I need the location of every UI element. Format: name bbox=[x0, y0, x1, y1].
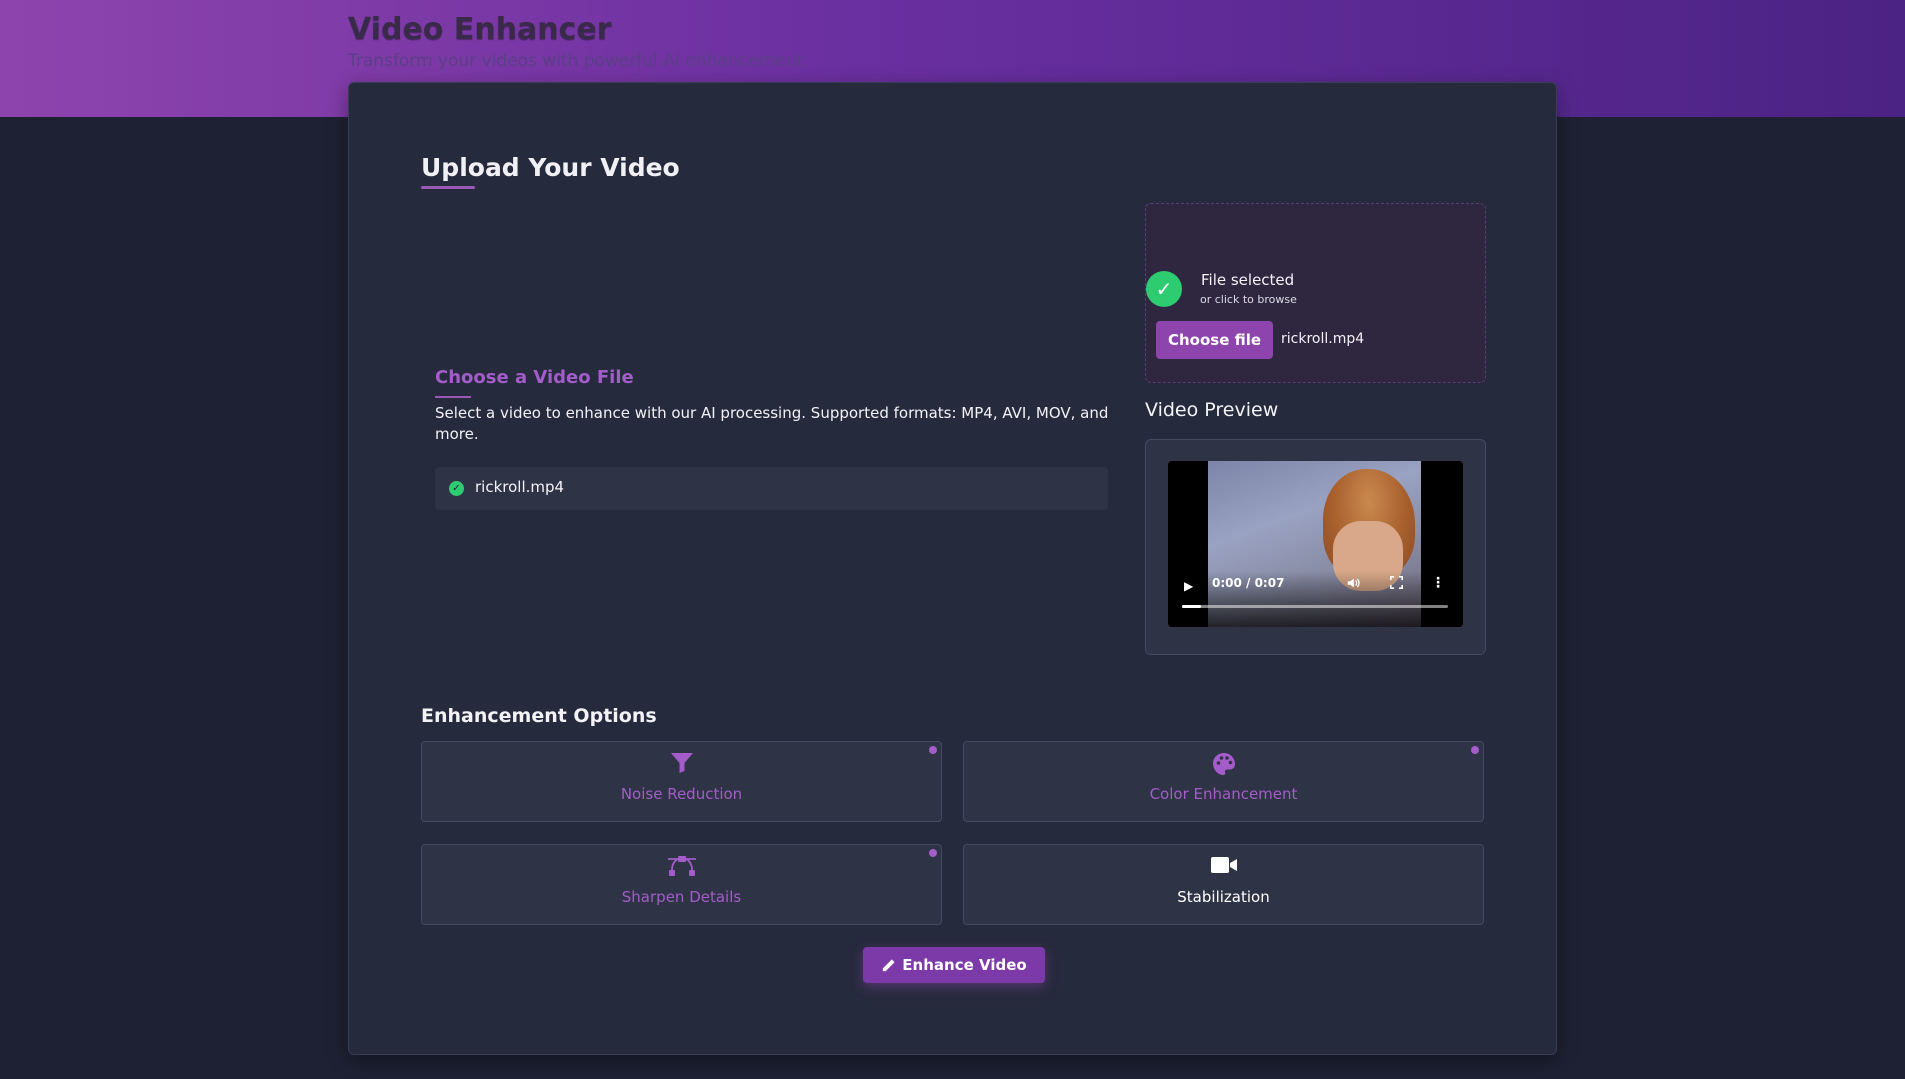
video-progress-fill bbox=[1182, 605, 1201, 608]
selected-file-chip: ✓ rickroll.mp4 bbox=[435, 467, 1108, 510]
video-progress-bar[interactable] bbox=[1182, 605, 1448, 608]
option-sharpen-details[interactable]: Sharpen Details bbox=[421, 844, 942, 925]
file-drop-zone[interactable]: ✓ File selected or click to browse Choos… bbox=[1145, 203, 1486, 383]
more-options-icon[interactable]: ⋮ bbox=[1431, 575, 1445, 591]
palette-icon bbox=[964, 752, 1483, 776]
selected-file-name: rickroll.mp4 bbox=[475, 478, 565, 496]
play-icon[interactable]: ▶ bbox=[1184, 579, 1193, 593]
check-circle-icon: ✓ bbox=[1146, 271, 1182, 307]
heading-underline bbox=[421, 186, 475, 189]
bezier-curve-icon bbox=[422, 855, 941, 879]
app-subtitle: Transform your videos with powerful AI e… bbox=[348, 51, 803, 71]
preview-heading: Video Preview bbox=[1145, 399, 1279, 421]
upload-description: Select a video to enhance with our AI pr… bbox=[435, 404, 1109, 443]
option-noise-reduction[interactable]: Noise Reduction bbox=[421, 741, 942, 822]
active-indicator bbox=[929, 746, 937, 754]
filter-icon bbox=[422, 752, 941, 776]
video-player[interactable]: ▶ 0:00 / 0:07 ⋮ bbox=[1168, 461, 1463, 627]
app-title: Video Enhancer bbox=[348, 12, 612, 47]
enhance-button-label: Enhance Video bbox=[902, 956, 1027, 974]
option-label: Color Enhancement bbox=[1149, 785, 1298, 803]
drop-zone-status: File selected bbox=[1201, 271, 1295, 289]
active-indicator bbox=[929, 849, 937, 857]
option-label: Stabilization bbox=[1177, 888, 1270, 906]
pencil-icon bbox=[883, 959, 895, 972]
fullscreen-icon[interactable] bbox=[1390, 576, 1403, 593]
option-color-enhancement[interactable]: Color Enhancement bbox=[963, 741, 1484, 822]
check-circle-icon: ✓ bbox=[449, 481, 464, 496]
enhance-video-button[interactable]: Enhance Video bbox=[863, 947, 1045, 983]
video-time: 0:00 / 0:07 bbox=[1212, 576, 1285, 590]
subheading-underline bbox=[435, 396, 471, 398]
active-indicator bbox=[1471, 746, 1479, 754]
chosen-file-name: rickroll.mp4 bbox=[1281, 331, 1365, 347]
option-label: Noise Reduction bbox=[620, 785, 743, 803]
video-preview-panel: ▶ 0:00 / 0:07 ⋮ bbox=[1145, 439, 1486, 655]
volume-icon[interactable] bbox=[1346, 576, 1360, 594]
choose-file-button[interactable]: Choose file bbox=[1156, 321, 1273, 359]
video-camera-icon bbox=[964, 855, 1483, 879]
upload-heading: Upload Your Video bbox=[421, 153, 680, 182]
options-heading: Enhancement Options bbox=[421, 705, 657, 727]
option-label: Sharpen Details bbox=[621, 888, 742, 906]
choose-file-heading: Choose a Video File bbox=[435, 367, 634, 388]
option-stabilization[interactable]: Stabilization bbox=[963, 844, 1484, 925]
drop-zone-hint: or click to browse bbox=[1200, 293, 1297, 306]
main-card: Upload Your Video Choose a Video File Se… bbox=[348, 82, 1557, 1055]
